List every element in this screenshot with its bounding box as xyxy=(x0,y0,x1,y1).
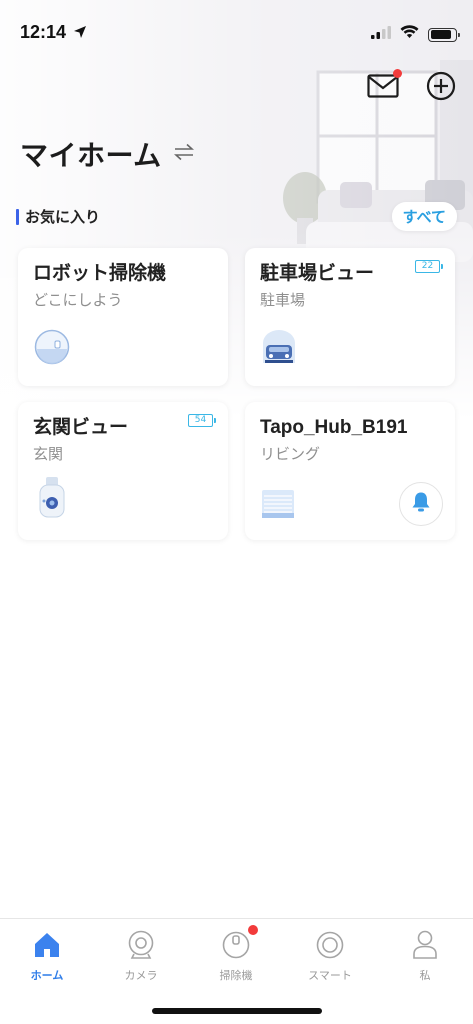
mail-notification-dot xyxy=(393,69,402,78)
device-card-parking-view[interactable]: 駐車場ビュー 駐車場 22 xyxy=(245,248,455,386)
hub-icon xyxy=(261,489,295,524)
mail-button[interactable] xyxy=(367,69,402,104)
add-icon xyxy=(426,71,456,106)
add-device-button[interactable] xyxy=(425,71,457,106)
nav-label: ホーム xyxy=(30,970,64,982)
nav-item-camera[interactable]: カメラ xyxy=(101,929,181,983)
home-icon xyxy=(31,929,63,961)
header-actions xyxy=(367,69,457,106)
status-bar: 12:14 xyxy=(0,0,473,60)
location-arrow-icon xyxy=(73,25,87,44)
device-name: ロボット掃除機 xyxy=(33,263,167,284)
device-name: Tapo_Hub_B191 xyxy=(260,417,408,438)
nav-label: カメラ xyxy=(124,970,158,982)
device-card-hub[interactable]: Tapo_Hub_B191 リビング xyxy=(245,402,455,540)
nav-label: スマート xyxy=(308,970,352,982)
favorites-label-group: お気に入り xyxy=(16,206,100,227)
smart-icon xyxy=(314,929,346,961)
nav-item-home[interactable]: ホーム xyxy=(7,929,87,983)
battery-icon xyxy=(428,27,460,42)
device-name: 駐車場ビュー xyxy=(260,263,375,284)
camera-icon xyxy=(125,929,157,961)
wifi-icon xyxy=(400,25,419,44)
alarm-button[interactable] xyxy=(399,482,443,526)
nav-item-smart[interactable]: スマート xyxy=(290,929,370,983)
see-all-button[interactable]: すべて xyxy=(391,202,457,231)
device-room: 玄関 xyxy=(33,446,64,463)
favorites-header: お気に入り すべて xyxy=(16,202,457,231)
battery-camera-icon xyxy=(34,477,70,524)
favorites-accent-bar xyxy=(16,208,19,225)
status-icons xyxy=(371,25,460,44)
nav-item-vacuum[interactable]: 掃除機 xyxy=(196,925,276,983)
nav-label: 私 xyxy=(419,970,431,982)
page-title: マイホーム xyxy=(20,140,162,171)
favorites-label: お気に入り xyxy=(25,209,101,226)
battery-level-badge: 22 xyxy=(415,260,443,273)
device-room: どこにしよう xyxy=(33,292,123,309)
garage-camera-icon xyxy=(261,329,297,370)
vacuum-notification-dot xyxy=(248,925,258,935)
device-name: 玄関ビュー xyxy=(33,417,129,438)
home-switcher[interactable]: マイホーム xyxy=(20,134,194,174)
bell-icon xyxy=(411,491,431,518)
device-room: 駐車場 xyxy=(260,292,306,309)
profile-icon xyxy=(409,929,441,961)
status-time: 12:14 xyxy=(20,22,67,42)
robot-vacuum-icon xyxy=(34,329,70,370)
battery-level-badge: 54 xyxy=(188,414,216,427)
vacuum-icon xyxy=(220,925,258,961)
cellular-signal-icon xyxy=(371,25,391,44)
home-indicator[interactable] xyxy=(152,1008,322,1014)
mail-icon xyxy=(367,73,399,103)
device-card-robot-vacuum[interactable]: ロボット掃除機 どこにしよう xyxy=(18,248,228,386)
device-room: リビング xyxy=(260,446,321,463)
nav-label: 掃除機 xyxy=(219,970,253,982)
nav-item-profile[interactable]: 私 xyxy=(385,929,465,983)
switch-home-icon xyxy=(173,143,194,166)
device-card-entrance-view[interactable]: 玄関ビュー 玄関 54 xyxy=(18,402,228,540)
